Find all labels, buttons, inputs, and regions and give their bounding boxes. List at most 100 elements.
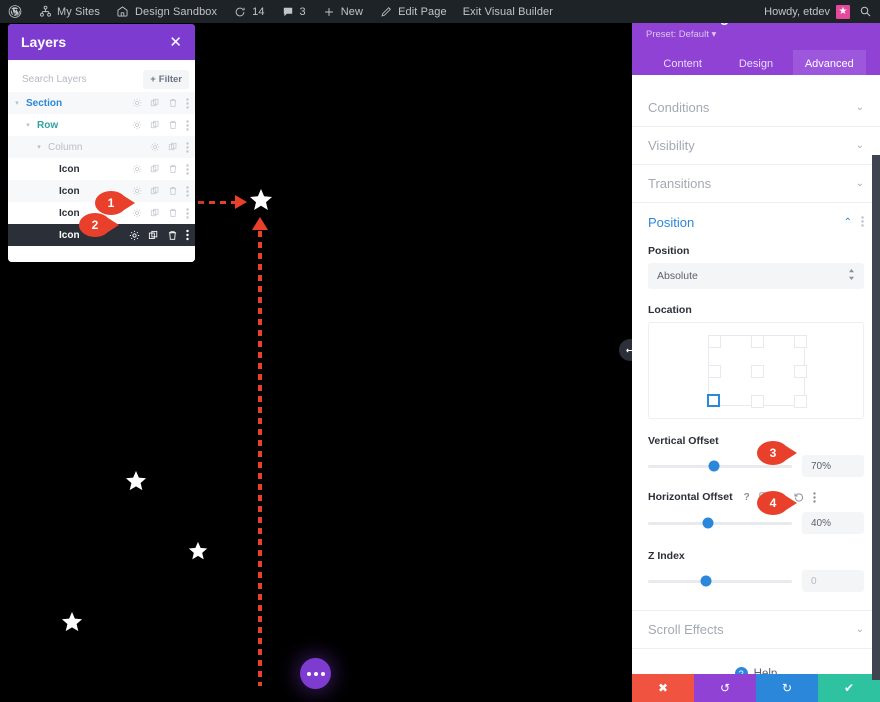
admin-bar-site-name[interactable]: Design Sandbox	[108, 0, 225, 23]
filter-button[interactable]: + Filter	[143, 70, 189, 89]
kebab-icon[interactable]	[186, 229, 189, 241]
kebab-icon[interactable]	[186, 142, 189, 153]
chevron-down-icon[interactable]: ⌄	[856, 140, 864, 151]
location-field: Location	[632, 304, 880, 419]
icon-star-selected[interactable]	[249, 188, 273, 212]
search-layers-input[interactable]: Search Layers	[22, 74, 86, 85]
icon-star[interactable]	[61, 611, 83, 633]
admin-bar-my-sites[interactable]: My Sites	[30, 0, 108, 23]
kebab-icon[interactable]	[186, 164, 189, 175]
help-icon[interactable]: ?	[744, 492, 750, 503]
horizontal-offset-slider[interactable]	[648, 522, 792, 525]
location-cell-center[interactable]	[751, 365, 764, 378]
location-cell-top-left[interactable]	[708, 335, 721, 348]
kebab-icon[interactable]	[186, 186, 189, 197]
close-button[interactable]: ✖	[632, 674, 694, 702]
gear-icon[interactable]	[150, 142, 160, 152]
duplicate-icon[interactable]	[148, 230, 159, 241]
chevron-down-icon[interactable]: ⌄	[856, 624, 864, 635]
layer-actions[interactable]	[132, 186, 189, 197]
trash-icon[interactable]	[168, 120, 178, 130]
gear-icon[interactable]	[132, 186, 142, 196]
layer-actions[interactable]	[129, 229, 189, 241]
kebab-icon[interactable]	[186, 208, 189, 219]
vertical-offset-value[interactable]: 70%	[802, 455, 864, 477]
duplicate-icon[interactable]	[150, 186, 160, 196]
location-cell-bottom-center[interactable]	[751, 395, 764, 408]
admin-bar-edit-page[interactable]: Edit Page	[371, 0, 455, 23]
kebab-icon[interactable]	[861, 215, 864, 230]
layer-actions[interactable]	[132, 164, 189, 175]
layer-actions[interactable]	[150, 142, 189, 153]
location-cell-top-center[interactable]	[751, 335, 764, 348]
admin-bar-comments[interactable]: 3	[273, 0, 314, 23]
gear-icon[interactable]	[129, 230, 140, 241]
layer-actions[interactable]	[132, 98, 189, 109]
admin-bar-exit-visual-builder[interactable]: Exit Visual Builder	[455, 0, 561, 23]
horizontal-offset-value[interactable]: 40%	[802, 512, 864, 534]
redo-button[interactable]: ↻	[756, 674, 818, 702]
chevron-up-icon[interactable]: ⌃	[844, 217, 852, 228]
close-icon[interactable]: ✕	[169, 35, 182, 50]
layer-actions[interactable]	[132, 208, 189, 219]
admin-bar-updates[interactable]: 14	[225, 0, 272, 23]
chevron-down-icon[interactable]: ▾	[34, 143, 44, 151]
chevron-down-icon[interactable]: ▾	[12, 99, 22, 107]
settings-scrollbar[interactable]	[872, 155, 880, 680]
icon-settings-panel[interactable]: Icon Settings Preset: Default ▾ Cont	[632, 0, 880, 702]
gear-icon[interactable]	[132, 98, 142, 108]
settings-footer[interactable]: ✖ ↺ ↻ ✔	[632, 674, 880, 702]
position-select-value: Absolute	[657, 270, 698, 282]
accordion-visibility[interactable]: Visibility ⌄	[632, 127, 880, 165]
chevron-down-icon[interactable]: ▾	[23, 121, 33, 129]
gear-icon[interactable]	[132, 120, 142, 130]
layer-row-row[interactable]: ▾ Row	[8, 114, 195, 136]
chevron-down-icon[interactable]: ⌄	[856, 102, 864, 113]
duplicate-icon[interactable]	[150, 164, 160, 174]
gear-icon[interactable]	[132, 164, 142, 174]
layers-panel-footer-space	[8, 246, 195, 262]
help-link[interactable]: ? Help	[632, 649, 880, 674]
preset-selector[interactable]: Preset: Default ▾	[646, 29, 737, 40]
avatar[interactable]: ★	[836, 5, 850, 19]
kebab-icon[interactable]	[813, 492, 816, 503]
kebab-icon[interactable]	[186, 120, 189, 131]
admin-bar-account[interactable]: Howdy, etdev ★	[764, 0, 880, 23]
location-cell-middle-left[interactable]	[708, 365, 721, 378]
layer-row-column[interactable]: ▾ Column	[8, 136, 195, 158]
location-cell-top-right[interactable]	[794, 335, 807, 348]
location-cell-bottom-left[interactable]	[707, 394, 720, 407]
duplicate-icon[interactable]	[150, 98, 160, 108]
icon-star[interactable]	[125, 470, 147, 492]
layer-row-icon-1[interactable]: Icon	[8, 158, 195, 180]
location-cell-bottom-right[interactable]	[794, 395, 807, 408]
z-index-value[interactable]: 0	[802, 570, 864, 592]
accordion-scroll-effects[interactable]: Scroll Effects ⌄	[632, 611, 880, 649]
duplicate-icon[interactable]	[150, 208, 160, 218]
layer-actions[interactable]	[132, 120, 189, 131]
z-index-slider[interactable]	[648, 580, 792, 583]
admin-bar-new[interactable]: New	[314, 0, 371, 23]
accordion-conditions[interactable]: Conditions ⌄	[632, 89, 880, 127]
admin-bar-wordpress-logo[interactable]	[0, 0, 30, 23]
trash-icon[interactable]	[168, 186, 178, 196]
duplicate-icon[interactable]	[150, 120, 160, 130]
trash-icon[interactable]	[168, 98, 178, 108]
builder-fab-button[interactable]	[300, 658, 331, 689]
kebab-icon[interactable]	[186, 98, 189, 109]
trash-icon[interactable]	[168, 164, 178, 174]
location-picker[interactable]	[648, 322, 864, 419]
trash-icon[interactable]	[167, 230, 178, 241]
duplicate-icon[interactable]	[168, 142, 178, 152]
admin-bar-search[interactable]	[850, 0, 880, 23]
save-button[interactable]: ✔	[818, 674, 880, 702]
chevron-down-icon[interactable]: ⌄	[856, 178, 864, 189]
icon-star[interactable]	[188, 541, 208, 561]
position-select[interactable]: Absolute	[648, 263, 864, 289]
accordion-position[interactable]: Position ⌃	[632, 203, 880, 241]
accordion-transitions[interactable]: Transitions ⌄	[632, 165, 880, 203]
trash-icon[interactable]	[168, 208, 178, 218]
undo-button[interactable]: ↺	[694, 674, 756, 702]
layer-row-section[interactable]: ▾ Section	[8, 92, 195, 114]
location-cell-middle-right[interactable]	[794, 365, 807, 378]
